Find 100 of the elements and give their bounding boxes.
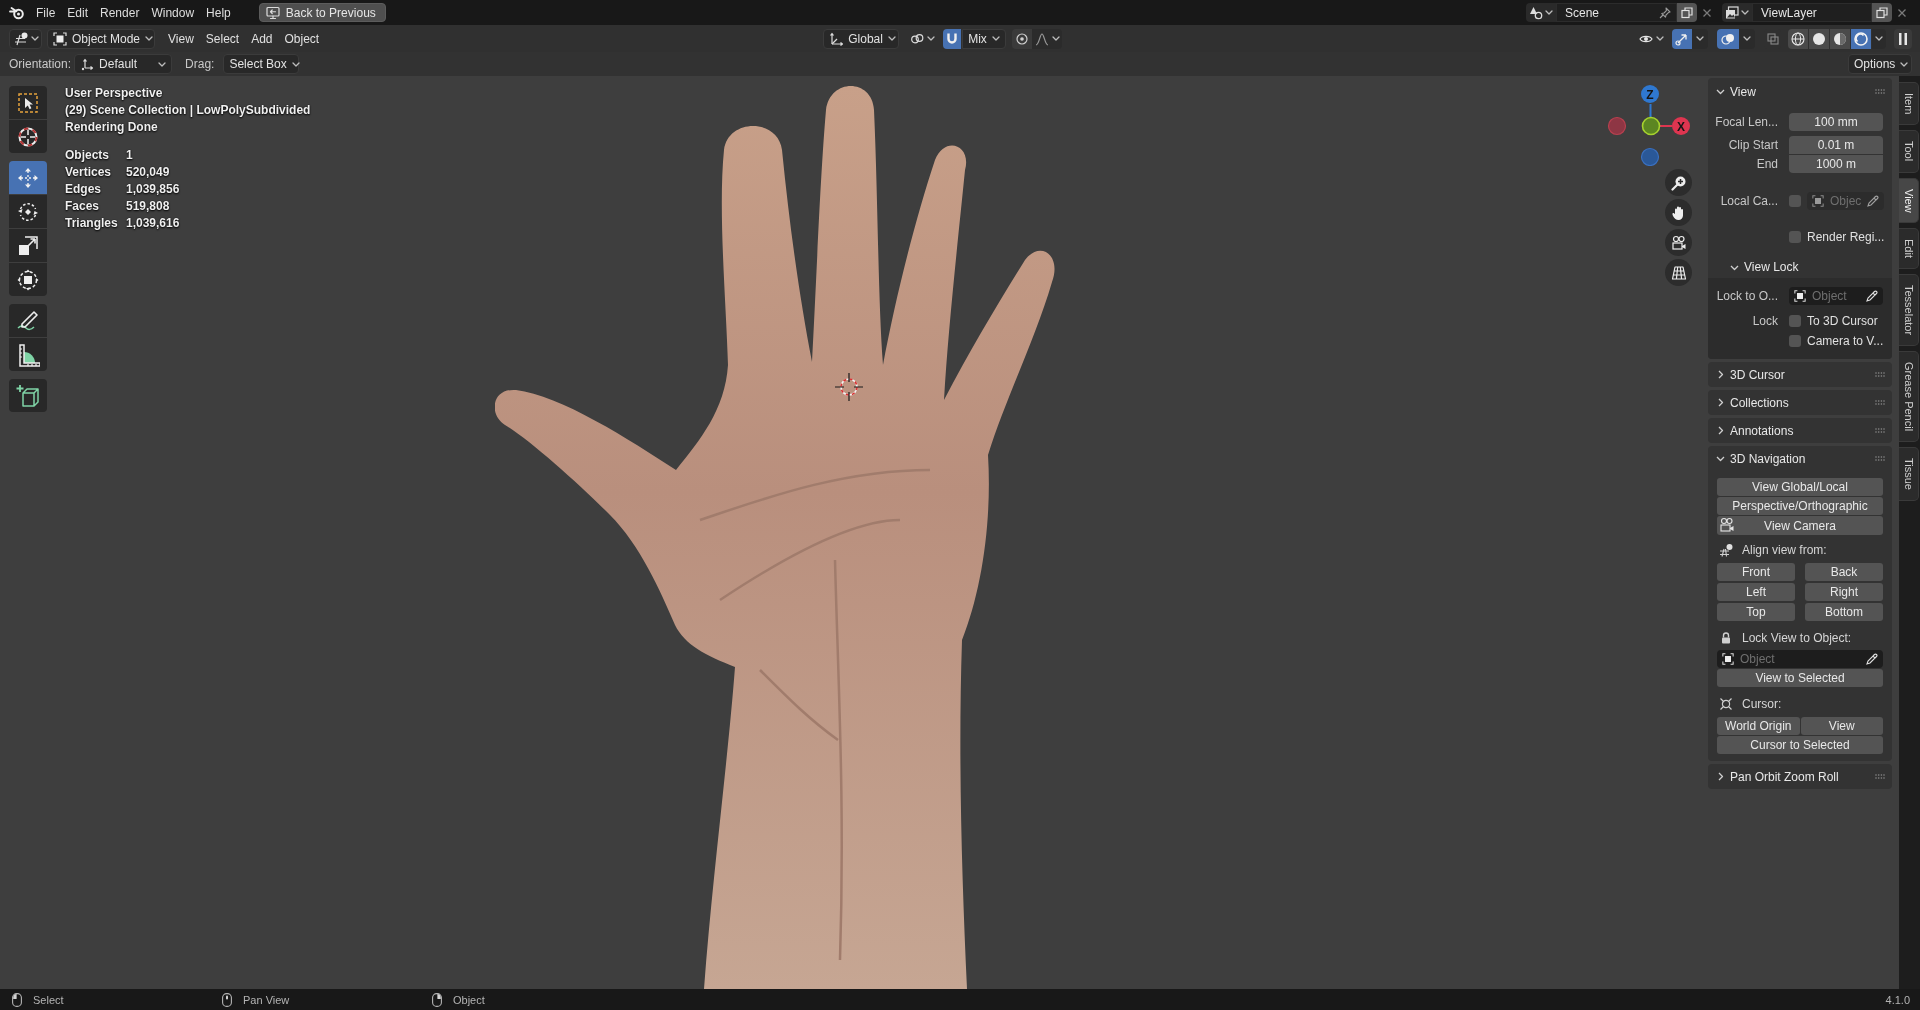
panel-title[interactable]: Pan Orbit Zoom Roll — [1730, 769, 1839, 784]
menu-item[interactable]: Add — [245, 29, 279, 48]
sidebar-tab[interactable]: Edit — [1899, 228, 1919, 270]
rotate-tool-button[interactable] — [9, 195, 47, 228]
align-view-button[interactable]: Back — [1805, 563, 1883, 581]
checkbox-label[interactable]: To 3D Cursor — [1807, 314, 1878, 328]
chevron-icon[interactable] — [1716, 454, 1725, 463]
select-box-tool-button[interactable] — [9, 86, 47, 119]
snap-toggle[interactable] — [943, 28, 962, 49]
negative-x-axis-handle[interactable] — [1607, 116, 1627, 136]
cursor-command-button[interactable]: World Origin — [1717, 717, 1800, 735]
subpanel-title[interactable]: View Lock — [1744, 260, 1799, 274]
panel-title[interactable]: View — [1730, 84, 1756, 99]
shading-dropdown[interactable] — [1872, 28, 1886, 49]
copy-view-layer-button[interactable] — [1872, 3, 1892, 22]
drag-handle-icon[interactable] — [1875, 88, 1885, 95]
measure-tool-button[interactable] — [9, 338, 47, 371]
sidebar-tab[interactable]: Tool — [1899, 130, 1919, 173]
align-view-button[interactable]: Top — [1717, 603, 1795, 621]
gizmo-toggle[interactable] — [1672, 28, 1692, 49]
annotate-tool-button[interactable] — [9, 304, 47, 337]
sidebar-tab[interactable]: Tesselator — [1899, 274, 1919, 347]
view-command-button[interactable]: View Global/Local — [1717, 478, 1883, 496]
number-field[interactable]: 1000 m — [1789, 155, 1883, 173]
view-camera-button[interactable]: View Camera — [1717, 516, 1883, 535]
view-layer-browse-button[interactable] — [1722, 3, 1752, 22]
scene-name-field[interactable]: Scene — [1556, 3, 1677, 22]
menu-item[interactable]: Object — [278, 29, 326, 48]
proportional-editing-toggle[interactable] — [1012, 28, 1033, 49]
material-shading-button[interactable] — [1830, 28, 1850, 49]
transform-orientation-dropdown[interactable]: Global — [823, 28, 900, 49]
menu-item[interactable]: Render — [94, 3, 146, 22]
back-to-previous-button[interactable]: Back to Previous — [258, 3, 386, 22]
falloff-dropdown[interactable] — [1032, 28, 1063, 49]
solid-shading-button[interactable] — [1809, 28, 1829, 49]
menu-item[interactable]: File — [30, 3, 62, 22]
view-layer-name-field[interactable]: ViewLayer — [1752, 3, 1872, 22]
view-selected-button[interactable]: View to Selected — [1717, 669, 1883, 687]
mode-dropdown[interactable]: Object Mode — [47, 28, 155, 49]
align-view-button[interactable]: Left — [1717, 583, 1795, 601]
checkbox-label[interactable]: Render Regi... — [1807, 230, 1885, 244]
pan-button[interactable] — [1665, 199, 1692, 226]
view-command-button[interactable]: Perspective/Orthographic — [1717, 497, 1883, 515]
drag-handle-icon[interactable] — [1875, 455, 1885, 462]
overlays-toggle[interactable] — [1717, 28, 1739, 49]
checkbox[interactable] — [1789, 335, 1801, 347]
move-tool-button[interactable] — [9, 161, 47, 194]
chevron-icon[interactable] — [1716, 87, 1725, 96]
checkbox-label[interactable]: Camera to V... — [1807, 334, 1884, 348]
app-logo-icon[interactable] — [9, 4, 25, 21]
panel-title[interactable]: 3D Navigation — [1730, 451, 1806, 466]
scale-tool-button[interactable] — [9, 229, 47, 262]
options-dropdown[interactable]: Options — [1848, 54, 1912, 74]
eyedropper-icon[interactable] — [1867, 195, 1880, 207]
panel-title[interactable]: Collections — [1730, 395, 1789, 410]
align-view-button[interactable]: Bottom — [1805, 603, 1883, 621]
align-view-button[interactable]: Front — [1717, 563, 1795, 581]
pause-render-button[interactable] — [1894, 28, 1912, 49]
wireframe-shading-button[interactable] — [1788, 28, 1808, 49]
cursor-command-button[interactable]: View — [1800, 717, 1883, 735]
add-cube-tool-button[interactable] — [9, 379, 47, 412]
sidebar-tab[interactable]: Tissue — [1899, 447, 1919, 502]
menu-item[interactable]: Help — [200, 3, 237, 22]
negative-z-axis-handle[interactable] — [1640, 147, 1660, 166]
panel-title[interactable]: Annotations — [1730, 423, 1794, 438]
scene-browse-button[interactable] — [1526, 3, 1556, 22]
camera-view-button[interactable] — [1665, 229, 1692, 256]
z-axis-handle[interactable]: Z — [1641, 85, 1659, 103]
checkbox[interactable] — [1789, 231, 1801, 243]
drag-dropdown[interactable]: Select Box — [223, 54, 300, 74]
number-field[interactable]: 0.01 m — [1789, 136, 1883, 154]
drag-handle-icon[interactable] — [1875, 773, 1885, 780]
drag-handle-icon[interactable] — [1875, 371, 1885, 378]
drag-handle-icon[interactable] — [1875, 427, 1885, 434]
chevron-icon[interactable] — [1716, 426, 1725, 435]
menu-item[interactable]: Select — [199, 29, 246, 48]
y-axis-handle[interactable] — [1641, 116, 1661, 136]
sidebar-tab[interactable]: Item — [1899, 82, 1919, 126]
number-field[interactable]: 100 mm — [1789, 113, 1883, 131]
align-view-button[interactable]: Right — [1805, 583, 1883, 601]
menu-item[interactable]: Edit — [61, 3, 95, 22]
sidebar-tab[interactable]: View — [1899, 177, 1919, 224]
menu-item[interactable]: Window — [145, 3, 201, 22]
grid-view-button[interactable] — [1665, 259, 1692, 286]
transform-tool-button[interactable] — [9, 263, 47, 296]
cursor-to-selected-button[interactable]: Cursor to Selected — [1717, 736, 1883, 754]
checkbox[interactable] — [1789, 195, 1801, 207]
copy-scene-button[interactable] — [1677, 3, 1697, 22]
menu-item[interactable]: View — [162, 29, 200, 48]
snap-target-dropdown[interactable]: Mix — [962, 28, 1007, 49]
rendered-shading-button[interactable] — [1851, 28, 1871, 49]
chevron-icon[interactable] — [1716, 772, 1725, 781]
panel-title[interactable]: 3D Cursor — [1730, 367, 1785, 382]
pin-icon[interactable] — [1659, 6, 1671, 19]
editor-type-dropdown[interactable] — [9, 28, 42, 49]
chevron-icon[interactable] — [1716, 370, 1725, 379]
chevron-icon[interactable] — [1716, 398, 1725, 407]
cursor-tool-button[interactable] — [9, 120, 47, 153]
sidebar-tab[interactable]: Grease Pencil — [1899, 351, 1919, 443]
checkbox[interactable] — [1789, 315, 1801, 327]
